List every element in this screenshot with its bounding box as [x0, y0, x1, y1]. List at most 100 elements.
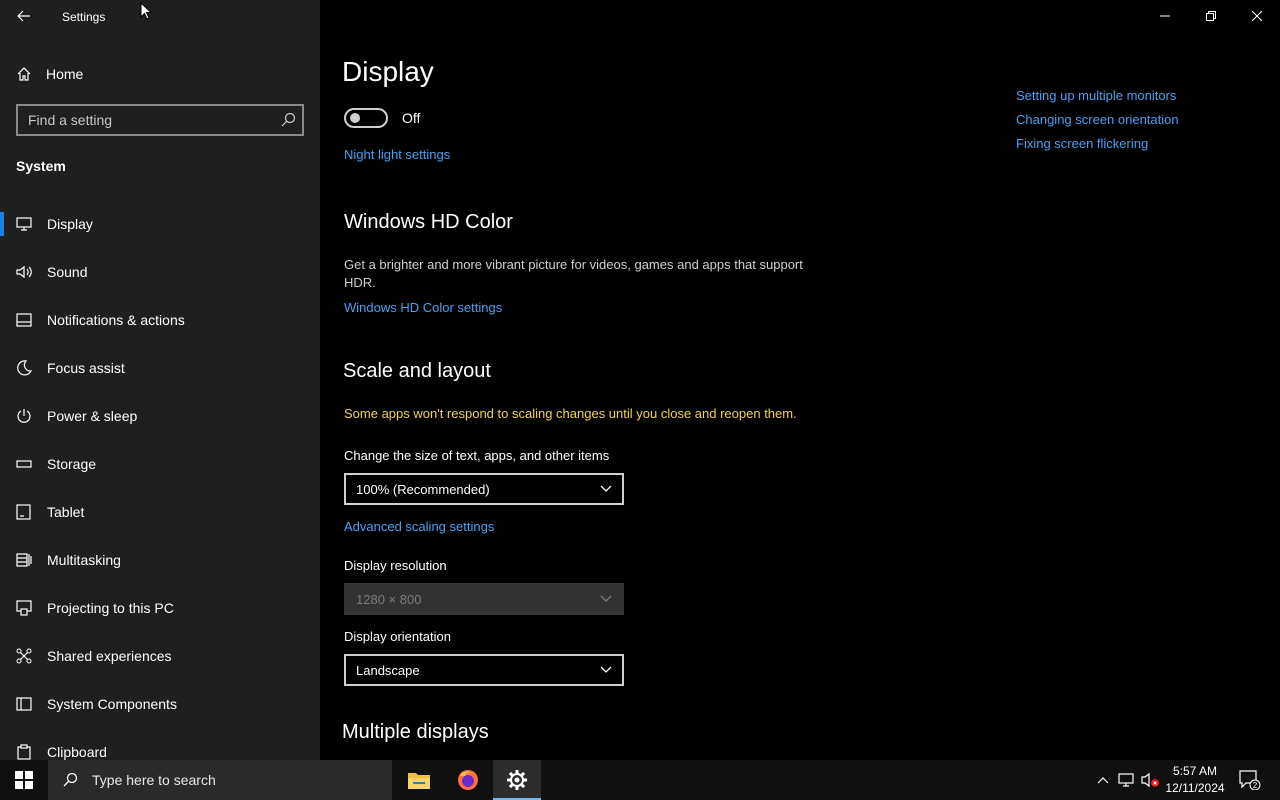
- action-center-button[interactable]: 2: [1236, 760, 1264, 800]
- power-icon: [16, 408, 32, 424]
- shared-experiences-icon: [16, 648, 32, 664]
- taskbar-search-box[interactable]: Type here to search: [48, 760, 392, 800]
- find-setting-search[interactable]: [16, 104, 304, 136]
- system-section-label: System: [16, 158, 66, 174]
- page-title: Display: [342, 56, 434, 87]
- nav-label: Clipboard: [47, 744, 107, 760]
- notification-icon: [16, 312, 32, 328]
- night-light-settings-link[interactable]: Night light settings: [344, 147, 450, 162]
- notification-count: 2: [1253, 781, 1258, 790]
- nav-item-shared-experiences[interactable]: Shared experiences: [0, 632, 320, 680]
- taskbar-search-placeholder: Type here to search: [92, 772, 216, 788]
- mouse-pointer-icon: [140, 1, 153, 25]
- text-size-label: Change the size of text, apps, and other…: [344, 448, 610, 463]
- resolution-label: Display resolution: [344, 558, 447, 573]
- nav-item-sound[interactable]: Sound: [0, 248, 320, 296]
- moon-icon: [16, 360, 32, 376]
- nav-item-multitasking[interactable]: Multitasking: [0, 536, 320, 584]
- restore-icon: [1206, 11, 1216, 21]
- nav-item-power-sleep[interactable]: Power & sleep: [0, 392, 320, 440]
- clipboard-icon: [16, 744, 32, 760]
- nav-label: Shared experiences: [47, 648, 172, 664]
- search-icon: [63, 772, 78, 787]
- network-tray-button[interactable]: [1116, 760, 1138, 800]
- minimize-icon: [1160, 15, 1170, 17]
- restore-button[interactable]: [1188, 0, 1234, 32]
- chevron-down-icon: [600, 595, 612, 602]
- find-setting-input[interactable]: [18, 106, 268, 134]
- orientation-dropdown-value: Landscape: [356, 662, 420, 678]
- taskbar: Type here to search 5:57 AM 12/11/2024 2: [0, 760, 1280, 800]
- gear-icon: [507, 770, 527, 790]
- night-light-toggle[interactable]: [344, 108, 388, 128]
- orientation-dropdown[interactable]: Landscape: [344, 654, 624, 686]
- nav-item-display[interactable]: Display: [0, 200, 320, 248]
- nav-item-projecting[interactable]: Projecting to this PC: [0, 584, 320, 632]
- resolution-dropdown-value: 1280 × 800: [356, 591, 422, 607]
- file-explorer-taskbar-button[interactable]: [395, 760, 443, 800]
- volume-muted-icon: [1141, 772, 1159, 788]
- nav-label: Multitasking: [47, 552, 121, 568]
- settings-taskbar-button[interactable]: [493, 760, 541, 800]
- home-nav-item[interactable]: Home: [16, 62, 83, 86]
- orientation-label: Display orientation: [344, 629, 451, 644]
- hd-color-heading: Windows HD Color: [344, 211, 513, 233]
- system-components-icon: [16, 696, 32, 712]
- windows-logo-icon: [15, 771, 33, 789]
- speaker-icon: [16, 264, 32, 280]
- back-button[interactable]: [10, 4, 38, 28]
- scaling-warning: Some apps won't respond to scaling chang…: [344, 406, 797, 421]
- multitasking-icon: [16, 552, 32, 568]
- search-icon[interactable]: [280, 112, 296, 133]
- home-icon: [17, 67, 31, 81]
- close-icon: [1252, 11, 1262, 21]
- nav-item-notifications[interactable]: Notifications & actions: [0, 296, 320, 344]
- clock-date: 12/11/2024: [1165, 781, 1225, 795]
- nav-item-tablet[interactable]: Tablet: [0, 488, 320, 536]
- nav-item-focus-assist[interactable]: Focus assist: [0, 344, 320, 392]
- nav-item-clipboard[interactable]: Clipboard: [0, 728, 320, 760]
- nav-item-system-components[interactable]: System Components: [0, 680, 320, 728]
- network-icon: [1118, 773, 1134, 787]
- storage-icon: [16, 456, 32, 472]
- night-light-toggle-row: Off: [344, 108, 420, 128]
- nav-label: Storage: [47, 456, 97, 472]
- advanced-scaling-link[interactable]: Advanced scaling settings: [344, 519, 494, 534]
- minimize-button[interactable]: [1142, 0, 1188, 32]
- close-button[interactable]: [1234, 0, 1280, 32]
- tablet-icon: [16, 504, 32, 520]
- firefox-icon: [458, 770, 478, 790]
- nav-label: System Components: [47, 696, 177, 712]
- start-button[interactable]: [0, 760, 48, 800]
- nav-label: Power & sleep: [47, 408, 138, 424]
- related-link-multiple-monitors[interactable]: Setting up multiple monitors: [1016, 88, 1179, 103]
- show-hidden-icons-button[interactable]: [1094, 760, 1112, 800]
- nav-label: Sound: [47, 264, 88, 280]
- nav-item-storage[interactable]: Storage: [0, 440, 320, 488]
- scale-dropdown[interactable]: 100% (Recommended): [344, 473, 624, 505]
- chevron-down-icon: [600, 666, 612, 673]
- scale-dropdown-value: 100% (Recommended): [356, 481, 490, 497]
- related-settings: Setting up multiple monitors Changing sc…: [1016, 88, 1179, 160]
- taskbar-clock[interactable]: 5:57 AM 12/11/2024: [1160, 763, 1230, 797]
- volume-tray-button[interactable]: [1140, 760, 1162, 800]
- chevron-up-icon: [1097, 777, 1109, 784]
- nav-label: Focus assist: [47, 360, 125, 376]
- nav-label: Tablet: [47, 504, 85, 520]
- hd-color-description: Get a brighter and more vibrant picture …: [344, 257, 803, 290]
- home-label: Home: [46, 66, 84, 82]
- related-link-screen-flickering[interactable]: Fixing screen flickering: [1016, 136, 1179, 151]
- folder-icon: [408, 773, 430, 789]
- main-panel: Display Off Night light settings Windows…: [320, 0, 1280, 760]
- firefox-taskbar-button[interactable]: [444, 760, 492, 800]
- system-nav-list: Display Sound Notifications & actions Fo…: [0, 200, 320, 760]
- projecting-icon: [16, 600, 32, 616]
- chevron-down-icon: [600, 485, 612, 492]
- hd-color-settings-link[interactable]: Windows HD Color settings: [344, 300, 502, 315]
- toggle-state-label: Off: [402, 110, 421, 126]
- action-center-icon: 2: [1239, 770, 1261, 790]
- related-link-screen-orientation[interactable]: Changing screen orientation: [1016, 112, 1179, 127]
- monitor-icon: [16, 216, 32, 232]
- nav-label: Display: [47, 216, 93, 232]
- multiple-displays-heading: Multiple displays: [342, 721, 489, 743]
